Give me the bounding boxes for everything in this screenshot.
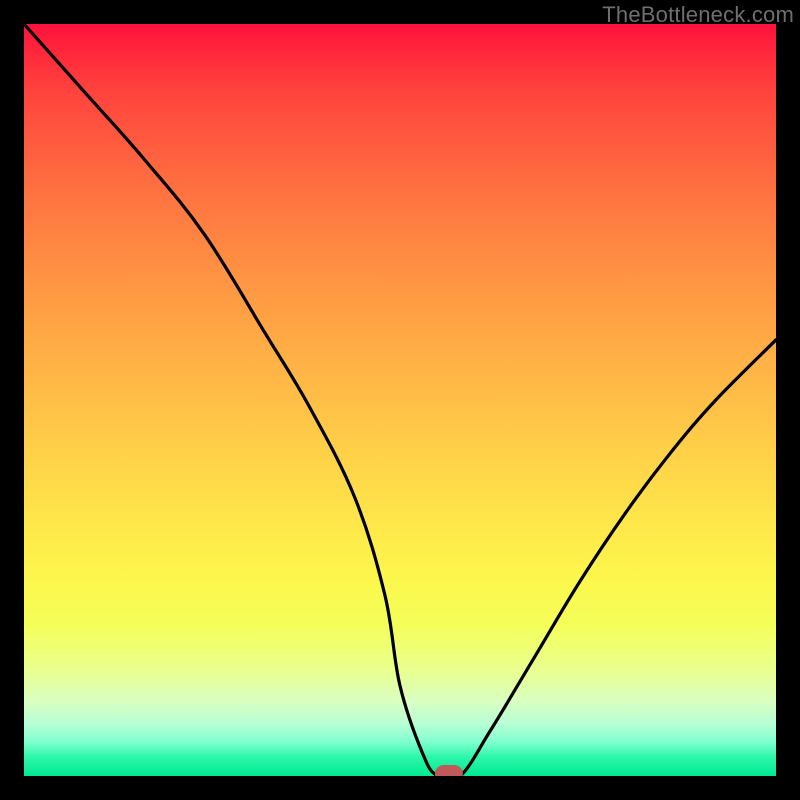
chart-overlay <box>24 24 776 776</box>
minimum-marker <box>435 765 463 776</box>
plot-area <box>24 24 776 776</box>
chart-frame: TheBottleneck.com <box>0 0 800 800</box>
bottleneck-curve <box>24 24 776 776</box>
watermark-text: TheBottleneck.com <box>602 2 794 28</box>
